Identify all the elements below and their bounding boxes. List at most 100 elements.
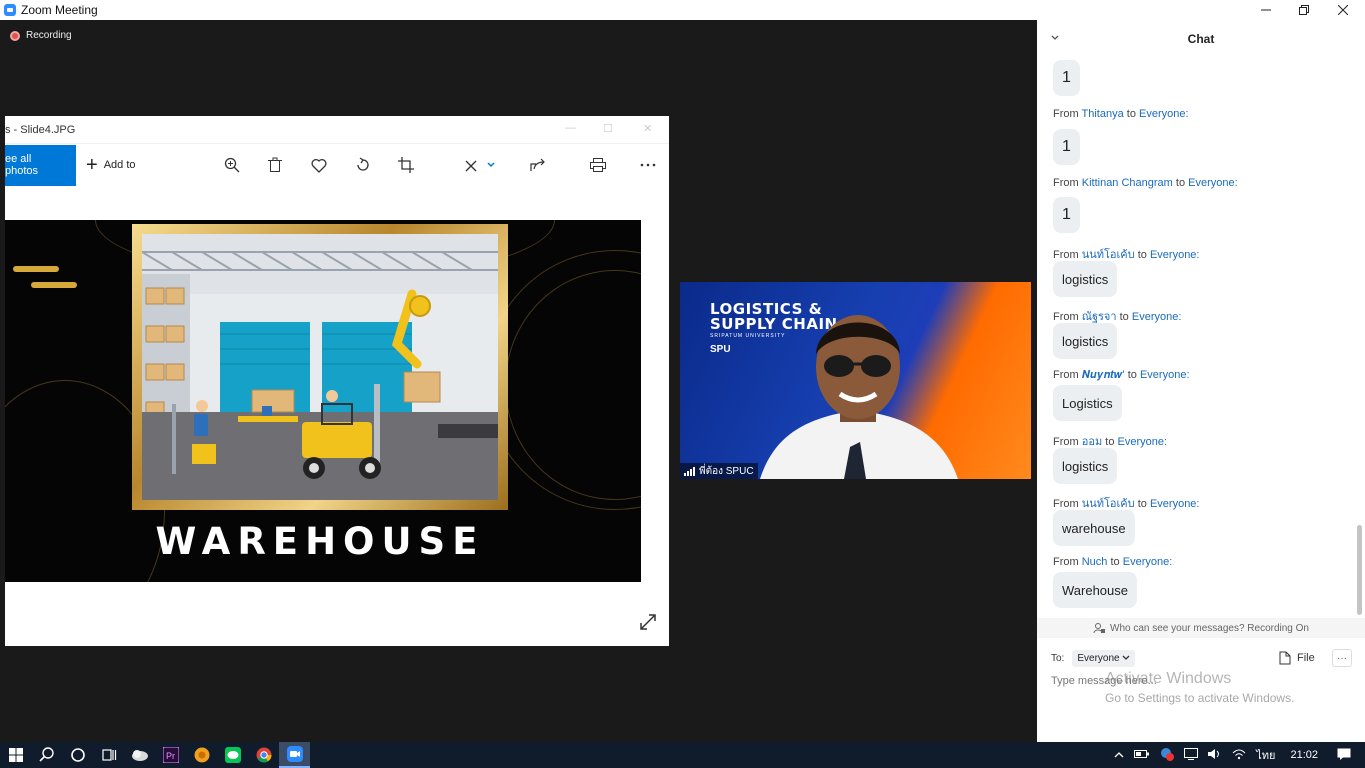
clock[interactable]: 21:02 [1290, 749, 1318, 761]
title-bar: Zoom Meeting [0, 0, 1365, 20]
photos-close-icon[interactable]: ✕ [643, 122, 652, 135]
share-icon[interactable] [529, 156, 547, 174]
sender-name[interactable]: Thitanya [1082, 108, 1124, 120]
see-all-photos-button[interactable]: ee all photos [5, 144, 76, 186]
signal-bars-icon [684, 466, 696, 476]
windows-taskbar: Pr ไทย 21:02 [0, 742, 1365, 768]
crop-icon[interactable] [397, 156, 415, 174]
volume-icon[interactable] [1208, 748, 1222, 763]
more-options-icon[interactable] [639, 156, 657, 174]
start-button[interactable] [0, 742, 31, 768]
print-icon[interactable] [589, 156, 607, 174]
chrome-icon [256, 747, 271, 763]
notifications-icon[interactable] [1337, 748, 1351, 763]
line-app-icon [224, 747, 241, 763]
taskbar-app-cloud[interactable] [124, 742, 155, 768]
search-icon [38, 747, 54, 762]
sender-name[interactable]: ออม [1082, 436, 1102, 448]
zoom-taskbar-icon [286, 746, 303, 762]
battery-icon[interactable] [1134, 749, 1150, 762]
decor-bar [31, 282, 77, 288]
participant-silhouette [760, 315, 958, 479]
task-view-button[interactable] [93, 742, 124, 768]
sender-name[interactable]: Kittinan Changram [1082, 177, 1173, 189]
chevron-down-icon [1122, 655, 1130, 660]
recording-dot-icon [10, 30, 20, 41]
chat-message-bubble: Warehouse [1053, 572, 1137, 608]
shared-screen-photos-window: s - Slide4.JPG — ☐ ✕ ee all photos + Add… [5, 116, 669, 646]
slide-heading: WAREHOUSE [155, 520, 485, 563]
cloud-app-icon [131, 750, 148, 761]
chat-message-bubble: 1 [1053, 60, 1080, 96]
sender-name[interactable]: 𝑵𝒖𝒚𝒏𝒕𝒘' [1082, 369, 1125, 381]
recording-label: Recording [26, 30, 72, 41]
expand-icon[interactable] [639, 613, 657, 636]
chat-message-header: From Nuch to Everyone: [1053, 556, 1173, 568]
person-lock-icon [1093, 623, 1105, 634]
file-button[interactable]: File [1279, 651, 1315, 665]
sender-name[interactable]: นนท์โอเค้บ [1082, 249, 1135, 261]
photos-minimize-icon[interactable]: — [565, 122, 576, 134]
delete-icon[interactable] [266, 156, 284, 174]
warehouse-illustration-frame [132, 224, 508, 510]
photos-maximize-icon[interactable]: ☐ [603, 122, 613, 135]
sender-name[interactable]: Nuch [1082, 556, 1108, 568]
file-icon [1279, 651, 1291, 665]
taskbar-app-premiere[interactable]: Pr [155, 742, 186, 768]
activate-windows-watermark: Activate Windows [1105, 670, 1232, 687]
minimize-icon [1261, 9, 1271, 11]
plus-icon: + [86, 154, 98, 176]
chat-message-bubble: warehouse [1053, 510, 1135, 546]
system-tray: ไทย 21:02 [1109, 742, 1365, 768]
sender-name[interactable]: ณัฐรจา [1082, 311, 1117, 323]
sender-name[interactable]: นนท์โอเค้บ [1082, 498, 1135, 510]
photos-titlebar: s - Slide4.JPG — ☐ ✕ [5, 116, 669, 144]
task-view-icon [101, 749, 116, 761]
language-indicator[interactable]: ไทย [1256, 746, 1275, 764]
chat-message-bubble: 1 [1053, 197, 1080, 233]
photos-title: s - Slide4.JPG [5, 123, 76, 136]
restore-button[interactable] [1285, 0, 1323, 20]
recipient-row: To: Everyone [1051, 650, 1136, 667]
zoom-icon[interactable] [223, 156, 241, 174]
chat-message-header: From 𝑵𝒖𝒚𝒏𝒕𝒘' to Everyone: [1053, 369, 1190, 381]
participant-name-label: พี่ต้อง SPUC [680, 463, 758, 479]
restore-icon [1299, 5, 1309, 15]
recording-indicator[interactable]: Recording [10, 30, 72, 41]
taskbar-app-line[interactable] [217, 742, 248, 768]
chat-more-button[interactable]: ··· [1332, 649, 1352, 667]
premiere-app-icon: Pr [162, 747, 179, 763]
minimize-button[interactable] [1247, 0, 1285, 20]
taskbar-app-orange[interactable] [186, 742, 217, 768]
recipient-select[interactable]: Everyone [1072, 650, 1136, 667]
decor-bar [13, 266, 59, 272]
windows-logo-icon [8, 748, 23, 762]
taskbar-app-zoom[interactable] [279, 742, 310, 768]
edit-create-icon[interactable] [463, 156, 497, 174]
wifi-icon[interactable] [1232, 748, 1246, 763]
meeting-area: Recording s - Slide4.JPG — ☐ ✕ ee all ph… [0, 20, 1036, 742]
chat-scrollbar[interactable] [1357, 525, 1362, 615]
window-title: Zoom Meeting [21, 3, 98, 17]
search-button[interactable] [31, 742, 62, 768]
cortana-circle-icon [70, 748, 85, 762]
favorite-heart-icon[interactable] [310, 156, 328, 174]
message-visibility-info[interactable]: Who can see your messages? Recording On [1037, 618, 1365, 638]
activate-windows-subtext: Go to Settings to activate Windows. [1105, 691, 1295, 705]
cortana-button[interactable] [62, 742, 93, 768]
taskbar-app-chrome[interactable] [248, 742, 279, 768]
add-to-button[interactable]: + Add to [86, 155, 136, 175]
to-label: To: [1051, 653, 1065, 664]
rotate-icon[interactable] [354, 156, 372, 174]
chat-message-header: From Kittinan Changram to Everyone: [1053, 177, 1238, 189]
chat-header: Chat [1037, 20, 1365, 58]
participant-video-tile[interactable]: LOGISTICS & SUPPLY CHAIN SRIPATUM UNIVERS… [680, 282, 1031, 479]
chat-message-bubble: logistics [1053, 448, 1118, 484]
close-button[interactable] [1324, 0, 1362, 20]
svg-text:Pr: Pr [166, 751, 175, 761]
display-icon[interactable] [1184, 747, 1199, 763]
antivirus-icon[interactable] [1160, 747, 1175, 764]
chevron-up-icon[interactable] [1114, 749, 1124, 761]
chat-message-bubble: 1 [1053, 129, 1080, 165]
photos-toolbar: ee all photos + Add to [5, 144, 669, 186]
